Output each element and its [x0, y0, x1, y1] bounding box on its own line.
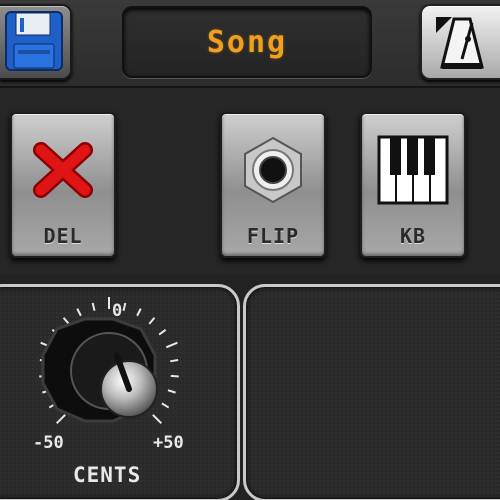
save-button[interactable] — [0, 4, 72, 80]
tuning-panel: 0 -50 +50 CENTS — [0, 284, 240, 500]
metronome-icon — [436, 17, 484, 69]
empty-panel — [243, 284, 500, 500]
cents-knob[interactable] — [79, 339, 179, 439]
knob-tick — [158, 329, 167, 336]
top-bar: Song — [0, 0, 500, 88]
knob-max-label: +50 — [153, 433, 184, 453]
flip-button[interactable]: FLIP — [220, 112, 326, 258]
jack-socket-icon — [222, 130, 324, 210]
delete-button[interactable]: DEL — [10, 112, 116, 258]
knob-title-label: CENTS — [73, 463, 142, 487]
app-window: Song DEL FLIP KB 0 -50 +50 CENTS — [0, 0, 500, 500]
floppy-disk-icon — [5, 11, 63, 71]
song-title: Song — [206, 24, 288, 60]
knob-tick — [62, 317, 70, 325]
tool-row: DEL FLIP KB — [0, 88, 500, 274]
knob-center-label: 0 — [112, 301, 123, 321]
knob-tick — [55, 414, 66, 425]
knob-tick — [122, 302, 127, 311]
knob-tick — [91, 302, 96, 311]
red-x-icon — [12, 130, 114, 210]
knob-tick — [76, 308, 82, 317]
delete-label: DEL — [43, 224, 83, 248]
metronome-button[interactable] — [420, 4, 500, 80]
piano-keys-icon — [362, 130, 464, 210]
song-title-display[interactable]: Song — [122, 6, 372, 78]
flip-label: FLIP — [246, 224, 300, 248]
keyboard-button[interactable]: KB — [360, 112, 466, 258]
knob-tick — [136, 308, 142, 317]
keyboard-label: KB — [399, 224, 427, 248]
knob-min-label: -50 — [33, 433, 64, 453]
knob-tick — [148, 317, 156, 325]
